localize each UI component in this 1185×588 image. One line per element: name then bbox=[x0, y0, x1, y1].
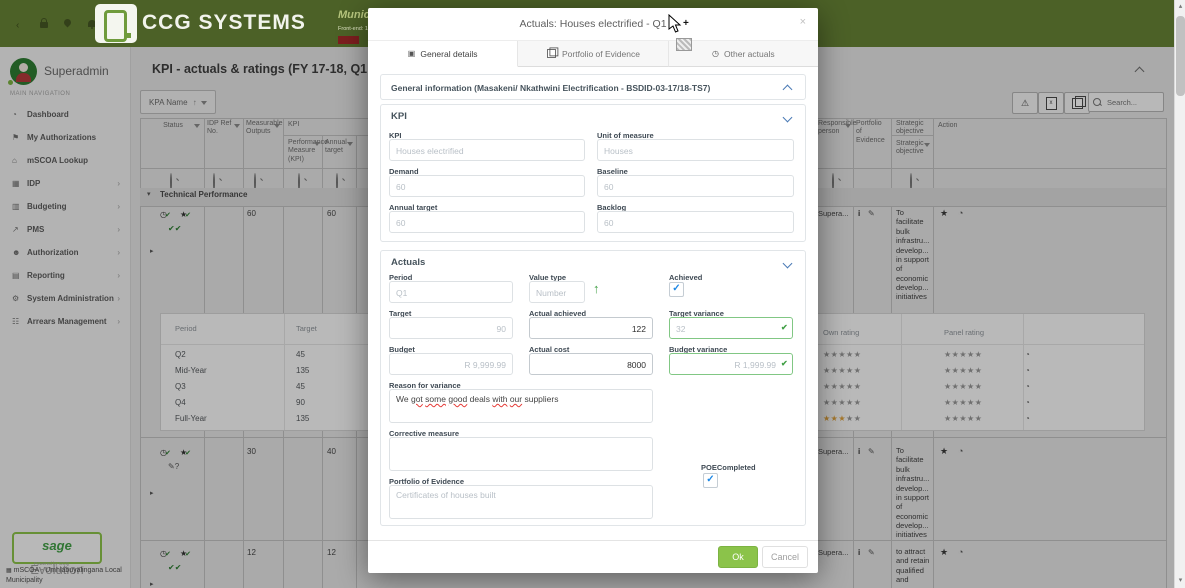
valid-check-icon: ✔ bbox=[781, 323, 788, 332]
actuals-panel-title: Actuals bbox=[391, 257, 425, 268]
tab-label: Portfolio of Evidence bbox=[562, 49, 640, 59]
lock-icon[interactable] bbox=[40, 22, 48, 28]
actuals-modal: Actuals: Houses electrified - Q1 × ▣ Gene… bbox=[368, 8, 818, 573]
actuals-panel: Actuals Period Q1 Value type Number ↑ Ac… bbox=[380, 250, 806, 526]
actual-cost-input[interactable]: 8000 bbox=[529, 353, 653, 375]
kpi-panel-title: KPI bbox=[391, 111, 407, 122]
close-icon[interactable]: × bbox=[800, 16, 806, 28]
logo-text: CCG SYSTEMS bbox=[142, 11, 306, 35]
kpi-field[interactable]: Houses electrified bbox=[389, 139, 585, 161]
demand-field[interactable]: 60 bbox=[389, 175, 585, 197]
screen: ‹ CCG SYSTEMS Municipal Planning & Budge… bbox=[0, 0, 1185, 588]
tab-portfolio-of-evidence[interactable]: Portfolio of Evidence bbox=[518, 41, 668, 67]
field-label: Achieved bbox=[669, 273, 702, 282]
achieved-checkbox[interactable]: ✓ bbox=[669, 282, 684, 297]
value-type-field[interactable]: Number bbox=[529, 281, 585, 303]
section-title: General information (Masakeni/ Nkathwini… bbox=[391, 83, 710, 93]
scrollbar[interactable]: ▴ ▾ bbox=[1174, 0, 1185, 588]
clock-icon: ◷ bbox=[712, 49, 719, 58]
poe-completed-checkbox[interactable]: ✓ bbox=[703, 473, 718, 488]
modal-tabs: ▣ General details Portfolio of Evidence ◷… bbox=[368, 40, 818, 67]
cursor-arrow-icon bbox=[668, 14, 682, 34]
cursor-plus-icon: + bbox=[683, 18, 689, 29]
tab-general-details[interactable]: ▣ General details bbox=[368, 41, 518, 67]
divider bbox=[368, 540, 818, 541]
scroll-up-icon[interactable]: ▴ bbox=[1175, 2, 1185, 10]
kpi-panel: KPI KPI Houses electrified Unit of measu… bbox=[380, 104, 806, 242]
chevron-up-icon[interactable] bbox=[783, 85, 793, 95]
ok-button[interactable]: Ok bbox=[718, 546, 758, 568]
ccg-logo-glyph bbox=[104, 10, 127, 42]
back-icon[interactable]: ‹ bbox=[16, 20, 19, 31]
corrective-measure-input[interactable] bbox=[389, 437, 653, 471]
ccg-logo bbox=[95, 4, 137, 43]
actual-achieved-input[interactable]: 122 bbox=[529, 317, 653, 339]
reason-for-variance-input[interactable]: We got some good deals with our supplier… bbox=[389, 389, 653, 423]
mouse-cursor: + bbox=[668, 14, 682, 39]
budget-field[interactable]: R 9,999.99 bbox=[389, 353, 513, 375]
cancel-button[interactable]: Cancel bbox=[762, 546, 808, 568]
budget-variance-field[interactable]: R 1,999.99 bbox=[669, 353, 793, 375]
tab-label: Other actuals bbox=[724, 49, 775, 59]
busy-indicator-icon bbox=[676, 38, 692, 51]
card-icon: ▣ bbox=[408, 49, 416, 58]
baseline-field[interactable]: 60 bbox=[597, 175, 794, 197]
field-label: POECompleted bbox=[701, 463, 756, 472]
scroll-down-icon[interactable]: ▾ bbox=[1175, 576, 1185, 584]
annual-target-field[interactable]: 60 bbox=[389, 211, 585, 233]
copy-icon bbox=[547, 49, 556, 58]
chevron-down-icon[interactable] bbox=[783, 113, 793, 123]
target-field[interactable]: 90 bbox=[389, 317, 513, 339]
trend-up-icon: ↑ bbox=[593, 281, 600, 296]
period-field[interactable]: Q1 bbox=[389, 281, 513, 303]
db-status-badge bbox=[338, 36, 359, 44]
target-variance-field[interactable]: 32 bbox=[669, 317, 793, 339]
valid-check-icon: ✔ bbox=[781, 359, 788, 368]
tab-label: General details bbox=[420, 49, 477, 59]
unit-of-measure-field[interactable]: Houses bbox=[597, 139, 794, 161]
backlog-field[interactable]: 60 bbox=[597, 211, 794, 233]
modal-title: Actuals: Houses electrified - Q1 bbox=[368, 18, 818, 30]
chevron-down-icon[interactable] bbox=[783, 259, 793, 269]
location-pin-icon[interactable] bbox=[63, 18, 73, 28]
scrollbar-thumb[interactable] bbox=[1176, 16, 1185, 96]
portfolio-of-evidence-field[interactable]: Certificates of houses built bbox=[389, 485, 653, 519]
general-information-panel[interactable]: General information (Masakeni/ Nkathwini… bbox=[380, 74, 806, 100]
